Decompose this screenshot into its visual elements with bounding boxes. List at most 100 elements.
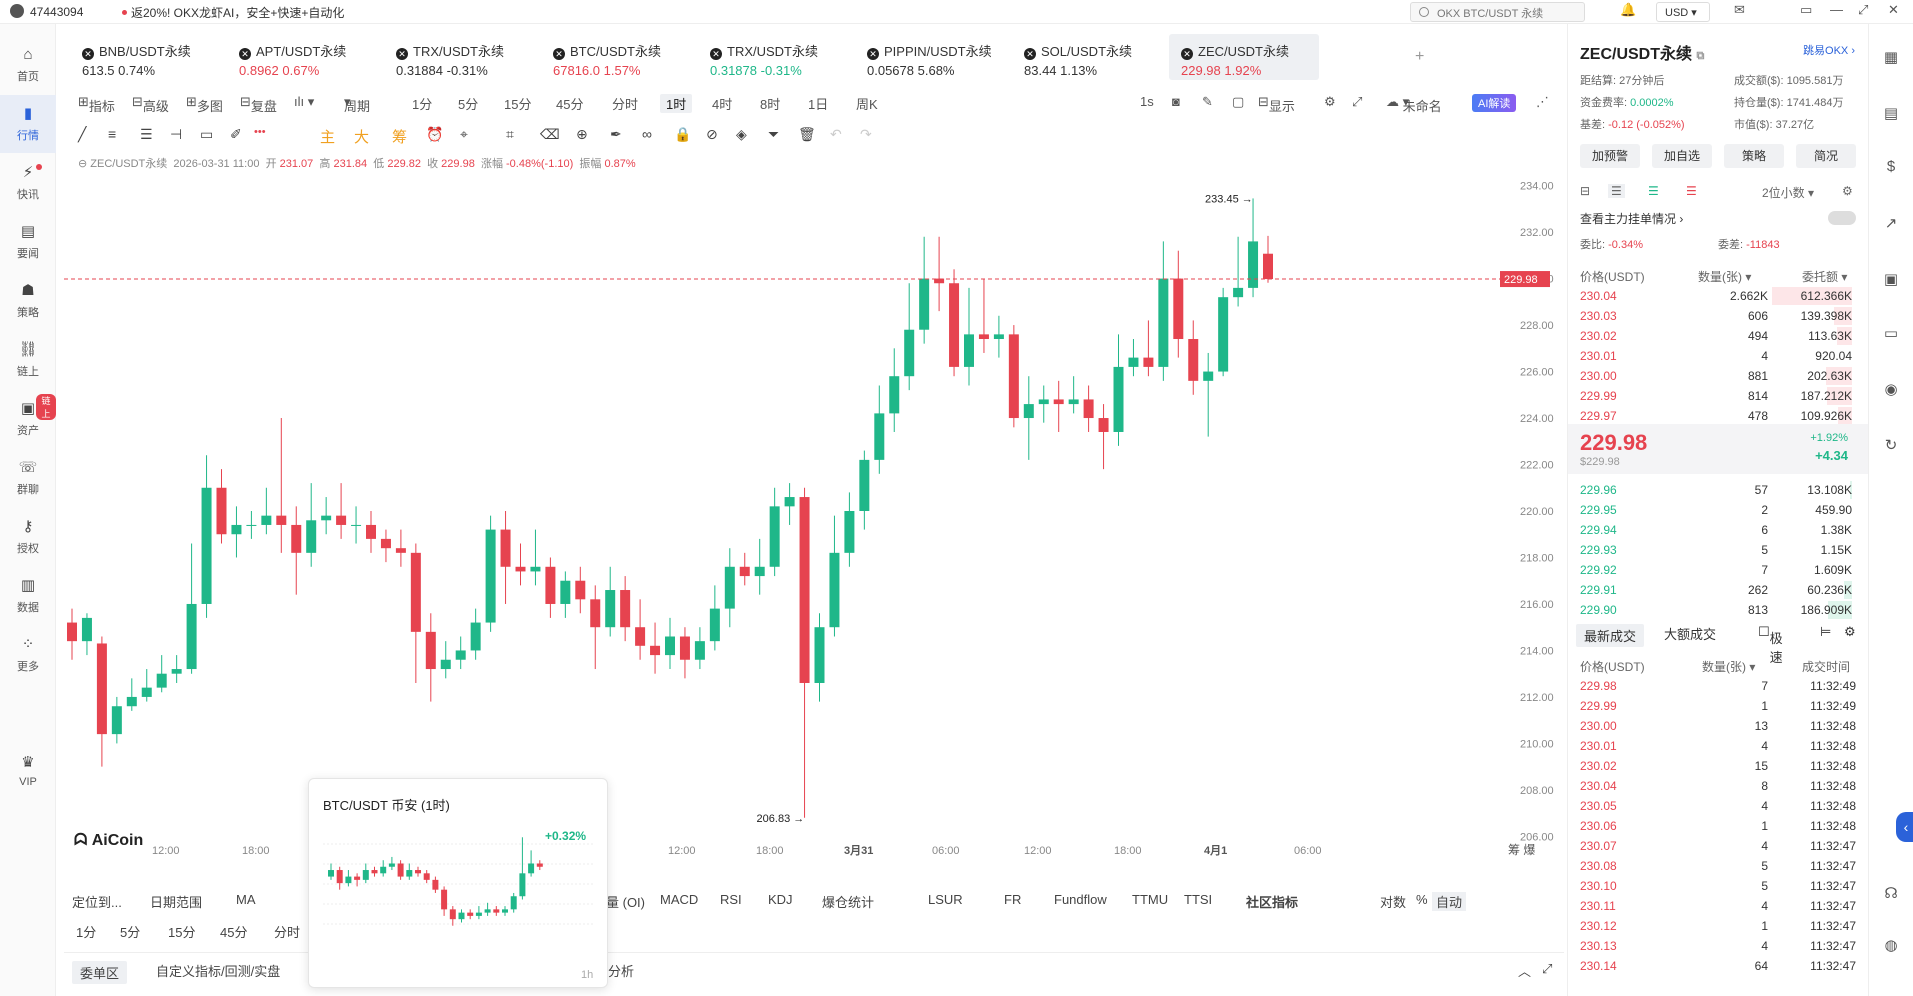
dollar-icon[interactable]: $	[1881, 158, 1901, 178]
camera-icon[interactable]: ◙	[1172, 94, 1180, 109]
ob-qty-header[interactable]: 数量(张) ▾	[1698, 268, 1751, 285]
symbol-tab-5[interactable]: ✕ PIPPIN/USDT永续 0.05678 5.68%	[855, 34, 1005, 80]
pin-window-icon[interactable]: ▭	[1800, 2, 1812, 22]
layers-icon[interactable]: ◈	[736, 126, 747, 143]
sidebar-item-9[interactable]: ▥ 数据	[0, 567, 56, 625]
analysis-tab[interactable]: 分析	[608, 961, 634, 980]
period-weekly[interactable]: 周K	[856, 94, 878, 113]
trade-row[interactable]: 230.02 15 11:32:48	[1568, 756, 1858, 776]
bell-icon[interactable]: 🔔	[1620, 2, 1636, 22]
period-45m[interactable]: 45分	[556, 94, 583, 113]
indicator-bar-item-7[interactable]: KDJ	[768, 892, 793, 907]
btc-mini-chart-popup[interactable]: BTC/USDT 币安 (1时) +0.32% 1h	[308, 778, 608, 988]
indicator-bar-item-5[interactable]: MACD	[660, 892, 698, 907]
orderbook-both-icon[interactable]: ☰	[1608, 184, 1625, 198]
add-tab-icon[interactable]: +	[1415, 48, 1424, 66]
sidebar-item-2[interactable]: ⚡ 快讯	[0, 154, 56, 212]
orderbook-row[interactable]: 229.91 262 60.236K	[1568, 580, 1858, 600]
collapse-up-icon[interactable]: ︿	[1518, 961, 1531, 980]
close-icon[interactable]: ✕	[1888, 2, 1899, 22]
ob-total-header[interactable]: 委托额 ▾	[1802, 268, 1847, 285]
sidebar-item-3[interactable]: ▤ 要闻	[0, 213, 56, 271]
indicator-bar-item-12[interactable]: TTMU	[1132, 892, 1168, 907]
custom-indicator-tab[interactable]: 自定义指标/回测/实盘	[156, 961, 280, 980]
orderbook-row[interactable]: 229.90 813 186.909K	[1568, 600, 1858, 620]
calc-icon[interactable]: ▣	[1881, 270, 1901, 290]
trade-row[interactable]: 230.10 5 11:32:47	[1568, 876, 1858, 896]
fullscreen-icon[interactable]: ⤢	[1352, 94, 1362, 110]
symbol-tab-4[interactable]: ✕ TRX/USDT永续 0.31878 -0.31%	[698, 34, 848, 80]
sidebar-item-8[interactable]: ⚷ 授权	[0, 508, 56, 566]
headset-icon[interactable]: ☊	[1881, 884, 1901, 904]
period-4h[interactable]: 4时	[712, 94, 732, 113]
decimals-select[interactable]: 2位小数 ▾	[1762, 184, 1814, 201]
large-trades-tab[interactable]: 大额成交	[1664, 624, 1716, 643]
symbol-tab-7[interactable]: ✕ ZEC/USDT永续 229.98 1.92%	[1169, 34, 1319, 80]
cards-icon[interactable]: ▭	[1881, 324, 1901, 344]
document-icon[interactable]: ▤	[1881, 104, 1901, 124]
symbol-tab-6[interactable]: ✕ SOL/USDT永续 83.44 1.13%	[1012, 34, 1162, 80]
trend-icon[interactable]: ↗	[1881, 214, 1901, 234]
redo-icon[interactable]: ↷	[860, 126, 872, 143]
filter-trades-icon[interactable]: ⊨	[1820, 624, 1831, 640]
horizontal-lines-icon[interactable]: ☰	[140, 126, 153, 143]
trend-line-icon[interactable]: ╱	[78, 126, 86, 143]
orderbook-row[interactable]: 229.92 7 1.609K	[1568, 560, 1858, 580]
period-1h[interactable]: 1时	[660, 94, 693, 113]
main-force-toggle[interactable]: 主	[320, 126, 335, 147]
orderbook-row[interactable]: 230.02 494 113.63K	[1568, 326, 1858, 346]
indicator-bar-item-8[interactable]: 爆仓统计	[822, 892, 874, 911]
expand-icon[interactable]: ⤢	[1542, 961, 1552, 977]
period-time-share[interactable]: 分时	[612, 94, 638, 113]
layout-select[interactable]: ☁ 未命名 ▾	[1386, 94, 1442, 114]
indicator-bar-item-13[interactable]: TTSI	[1184, 892, 1212, 907]
orderbook-row[interactable]: 230.00 881 202.63K	[1568, 366, 1858, 386]
assistant-icon[interactable]: ◍	[1881, 936, 1901, 956]
crop-icon[interactable]: ⌗	[506, 126, 514, 143]
collapse-panel-handle[interactable]: ‹	[1896, 812, 1913, 842]
sidebar-item-10[interactable]: ⁘ 更多	[0, 626, 56, 684]
trade-row[interactable]: 229.98 7 11:32:49	[1568, 676, 1858, 696]
trade-row[interactable]: 230.08 5 11:32:47	[1568, 856, 1858, 876]
period-8h[interactable]: 8时	[760, 94, 780, 113]
zoom-icon[interactable]: ⊕	[576, 126, 588, 143]
refresh-interval[interactable]: 1s	[1140, 94, 1154, 109]
trade-row[interactable]: 230.07 4 11:32:47	[1568, 836, 1858, 856]
sidebar-item-11[interactable]: ♛ VIP	[0, 744, 56, 802]
period-select[interactable]: 周期 ▾	[344, 94, 370, 114]
orderbook-bids-icon[interactable]: ☰	[1648, 184, 1659, 198]
bottom-period-4[interactable]: 分时	[274, 922, 300, 941]
trade-row[interactable]: 230.05 4 11:32:48	[1568, 796, 1858, 816]
rectangle-icon[interactable]: ▭	[200, 126, 213, 143]
advanced-button[interactable]: ⊟ 高级	[132, 94, 169, 114]
currency-select[interactable]: USD ▾	[1656, 2, 1710, 22]
trade-row[interactable]: 230.01 4 11:32:48	[1568, 736, 1858, 756]
main-orders-link[interactable]: 查看主力挂单情况 ›	[1580, 210, 1683, 227]
sidebar-item-5[interactable]: ⛓ 链上	[0, 331, 56, 389]
orderbook-row[interactable]: 229.95 2 459.90	[1568, 500, 1858, 520]
period-1d[interactable]: 1日	[808, 94, 828, 113]
symbol-tab-1[interactable]: ✕ APT/USDT永续 0.8962 0.67%	[227, 34, 377, 80]
latest-trades-tab[interactable]: 最新成交	[1576, 624, 1645, 647]
candlestick-chart[interactable]: 206.00 208.00 210.00 212.00 214.00 216.00 218.…	[64, 168, 1564, 858]
period-5m[interactable]: 5分	[458, 94, 478, 113]
bottom-period-0[interactable]: 1分	[76, 922, 96, 941]
add-watchlist-button[interactable]: 加自选	[1652, 144, 1712, 168]
maximize-icon[interactable]: ⤢	[1858, 2, 1868, 22]
trade-row[interactable]: 230.13 4 11:32:47	[1568, 936, 1858, 956]
main-orders-toggle[interactable]	[1828, 211, 1856, 225]
draw-icon[interactable]: ✎	[1202, 94, 1213, 110]
order-area-tab[interactable]: 委单区	[72, 961, 128, 984]
trade-row[interactable]: 229.99 1 11:32:49	[1568, 696, 1858, 716]
period-1m[interactable]: 1分	[412, 94, 432, 113]
trade-row[interactable]: 230.12 1 11:32:47	[1568, 916, 1858, 936]
bottom-period-2[interactable]: 15分	[168, 922, 195, 941]
fast-mode-checkbox[interactable]: ☐ 极速	[1758, 624, 1783, 665]
chart-type-icon[interactable]: ılı ▾	[294, 94, 314, 110]
dots-icon[interactable]: •••	[254, 126, 266, 138]
sidebar-item-6[interactable]: ▣ 资产 链上	[0, 390, 56, 448]
orderbook-settings-icon[interactable]: ⚙	[1842, 184, 1853, 198]
orderbook-row[interactable]: 229.94 6 1.38K	[1568, 520, 1858, 540]
trade-row[interactable]: 230.14 64 11:32:47	[1568, 956, 1858, 976]
user-id[interactable]: 47443094	[10, 4, 83, 19]
